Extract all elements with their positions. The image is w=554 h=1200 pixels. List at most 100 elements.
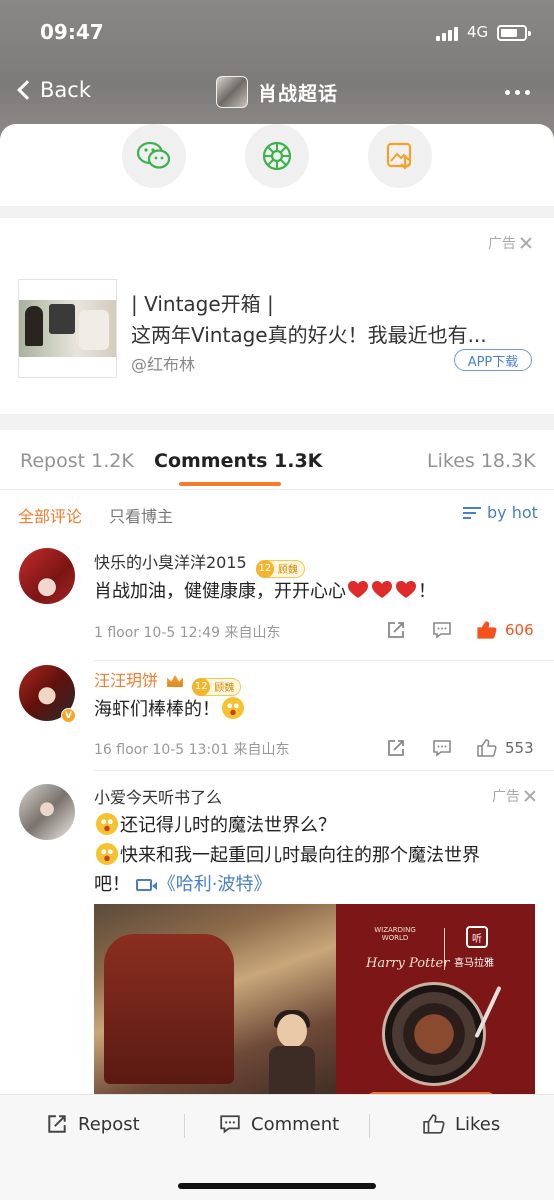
heart-emoji-icon (372, 581, 392, 599)
back-button[interactable]: Back (14, 78, 91, 102)
comment-list: 全部评论 只看博主 by hot 快乐的小臭洋洋2015 12 顾魏 肖战加油，健… (0, 490, 554, 1094)
topic-avatar (216, 76, 248, 108)
harry-potter-logo: Harry Potter (366, 956, 450, 971)
app-download-button[interactable]: APP下载 (454, 349, 532, 371)
ximalaya-icon: 听 (466, 926, 488, 948)
tab-likes[interactable]: Likes 18.3K (427, 450, 536, 472)
close-icon[interactable] (524, 790, 536, 802)
home-indicator (178, 1183, 376, 1189)
comment-text: 肖战加油，健健康康，开开心心！ (94, 581, 436, 602)
banner-brand-panel: WIZARDING WORLD Harry Potter 听 喜马拉雅 (336, 904, 535, 1094)
like-button[interactable]: Likes (423, 1113, 500, 1135)
comment-username[interactable]: 快乐的小臭洋洋2015 12 顾魏 (94, 549, 305, 578)
sort-button[interactable]: by hot (463, 503, 538, 522)
like-count: 606 (505, 621, 534, 639)
comment-actions: 553 (384, 738, 544, 762)
comment-icon[interactable] (432, 738, 452, 758)
level-badge: 12 顾魏 (192, 677, 242, 696)
like-icon (423, 1114, 445, 1134)
topic-title: 肖战超话 (258, 82, 339, 105)
repost-button[interactable]: Repost (46, 1113, 140, 1135)
ad-card[interactable]: 广告 | Vintage开箱 | 这两年Vintage真的好火！我最近也有...… (0, 218, 554, 414)
comment-actions: 606 (384, 620, 544, 644)
more-icon[interactable] (505, 90, 530, 95)
header: 09:47 4G Back 肖战超话 (0, 0, 554, 140)
moments-share-button[interactable] (245, 124, 309, 188)
likes-label: Likes (455, 1113, 501, 1135)
comment-label: Comment (251, 1113, 340, 1135)
like-icon[interactable] (477, 620, 497, 640)
avatar[interactable] (19, 548, 75, 604)
bottom-action-bar: Repost Comment Likes (0, 1094, 554, 1200)
active-tab-indicator (179, 482, 281, 486)
record-icon (382, 982, 486, 1086)
comment-text-line: 吧！ 《哈利·波特》 (94, 874, 272, 895)
repost-icon[interactable] (386, 620, 406, 640)
comment-icon (220, 1115, 240, 1134)
status-time: 09:47 (40, 20, 104, 44)
comment-item: 快乐的小臭洋洋2015 12 顾魏 肖战加油，健健康康，开开心心！ 1 floor… (0, 546, 554, 661)
network-label: 4G (467, 23, 489, 41)
divider (94, 770, 554, 771)
wizarding-world-logo: WIZARDING WORLD (374, 926, 416, 942)
ad-tag[interactable]: 广告 (488, 233, 532, 253)
tab-comments[interactable]: Comments 1.3K (154, 450, 322, 472)
video-icon (135, 879, 157, 891)
sort-icon (463, 506, 481, 520)
tab-repost[interactable]: Repost 1.2K (20, 450, 134, 472)
divider (94, 660, 554, 661)
comment-item: V 汪汪玥饼 12 顾魏 海虾们棒棒的！ 16 floor 10-5 13:01 … (0, 663, 554, 771)
ximalaya-name: 喜马拉雅 (454, 958, 494, 969)
ad-label: 广告 (492, 789, 520, 805)
ad-thumbnail[interactable] (18, 279, 117, 378)
excited-emoji-icon (222, 697, 244, 719)
verified-badge-icon: V (61, 708, 76, 723)
ad-tag[interactable]: 广告 (492, 786, 536, 806)
feed-tabs: Repost 1.2K Comments 1.3K Likes 18.3K (0, 430, 554, 490)
avatar[interactable] (19, 784, 75, 840)
battery-icon (497, 25, 531, 41)
nav-bar: Back 肖战超话 (0, 74, 554, 114)
topic-header[interactable]: 肖战超话 (216, 76, 338, 108)
like-icon[interactable] (477, 738, 497, 758)
filter-all[interactable]: 全部评论 (18, 503, 82, 527)
comment-filters: 全部评论 只看博主 by hot (0, 490, 554, 534)
comment-meta: 16 floor 10-5 13:01 来自山东 (94, 742, 290, 758)
signal-icon (436, 27, 460, 41)
wechat-share-button[interactable] (122, 124, 186, 188)
comment-button[interactable]: Comment (219, 1113, 339, 1135)
repost-icon (48, 1115, 66, 1133)
comment-text-line: 快来和我一起重回儿时最向往的那个魔法世界 (94, 841, 480, 867)
like-count: 553 (505, 739, 534, 757)
banner-artwork (94, 904, 336, 1094)
excited-emoji-icon (96, 813, 118, 835)
comment-text-line: 还记得儿时的魔法世界么？ (94, 811, 336, 837)
harry-potter-link[interactable]: 《哈利·波特》 (135, 874, 271, 895)
wechat-icon (137, 141, 171, 169)
save-image-button[interactable] (368, 124, 432, 188)
excited-emoji-icon (96, 843, 118, 865)
comment-text: 海虾们棒棒的！ (94, 695, 246, 721)
ad-author[interactable]: @红布林 (131, 351, 195, 375)
comment-username[interactable]: 小爱今天听书了么 (94, 784, 222, 808)
close-icon[interactable] (520, 237, 532, 249)
status-bar: 09:47 4G (0, 18, 554, 48)
comment-meta: 1 floor 10-5 12:49 来自山东 (94, 625, 281, 641)
level-badge: 12 顾魏 (255, 559, 305, 578)
chevron-left-icon (17, 80, 37, 100)
back-label: Back (40, 78, 91, 102)
comment-icon[interactable] (432, 620, 452, 640)
crown-icon (167, 675, 184, 687)
heart-emoji-icon (396, 581, 416, 599)
share-row (0, 124, 554, 206)
ad-description: 这两年Vintage真的好火！我最近也有... (131, 323, 487, 347)
filter-owner-only[interactable]: 只看博主 (109, 503, 173, 527)
comment-username[interactable]: 汪汪玥饼 12 顾魏 (94, 667, 242, 696)
repost-icon[interactable] (386, 738, 406, 758)
save-image-icon (386, 142, 412, 170)
ad-label: 广告 (488, 236, 516, 252)
ad-title: | Vintage开箱 | (131, 292, 274, 316)
repost-label: Repost (78, 1113, 140, 1135)
heart-emoji-icon (348, 581, 368, 599)
ad-banner-image[interactable]: WIZARDING WORLD Harry Potter 听 喜马拉雅 (94, 904, 535, 1094)
